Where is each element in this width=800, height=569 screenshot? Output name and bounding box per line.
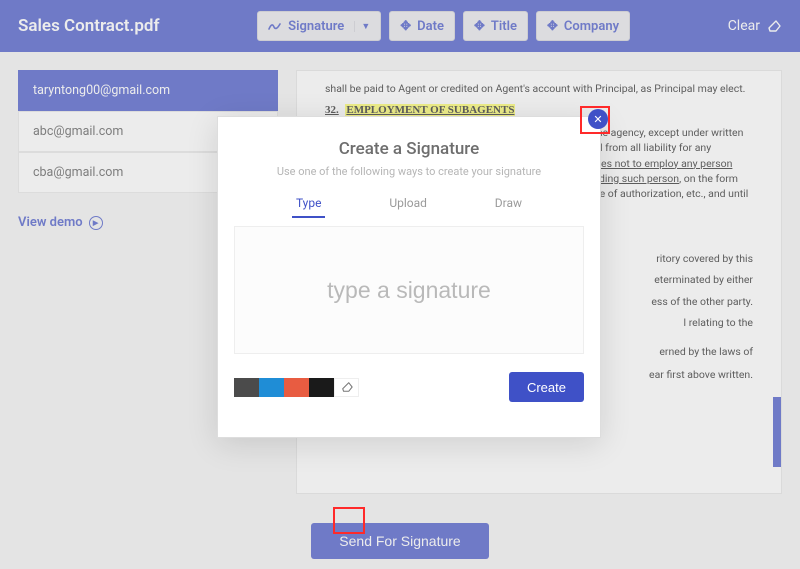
swatch-red[interactable] (284, 378, 309, 397)
close-icon[interactable]: ✕ (588, 109, 608, 129)
modal-subtitle: Use one of the following ways to create … (218, 165, 600, 178)
modal-title: Create a Signature (218, 139, 600, 159)
swatch-black[interactable] (309, 378, 334, 397)
eraser-button[interactable] (334, 378, 359, 397)
create-button[interactable]: Create (509, 372, 584, 402)
create-signature-modal: ✕ Create a Signature Use one of the foll… (217, 116, 601, 438)
eraser-icon (340, 381, 354, 393)
swatch-blue[interactable] (259, 378, 284, 397)
tab-type[interactable]: Type (292, 196, 326, 218)
tab-draw[interactable]: Draw (491, 196, 526, 218)
signature-text-input[interactable] (235, 276, 583, 305)
swatch-darkgrey[interactable] (234, 378, 259, 397)
tab-upload[interactable]: Upload (385, 196, 431, 218)
color-swatches (234, 378, 334, 397)
signature-canvas (234, 226, 584, 354)
